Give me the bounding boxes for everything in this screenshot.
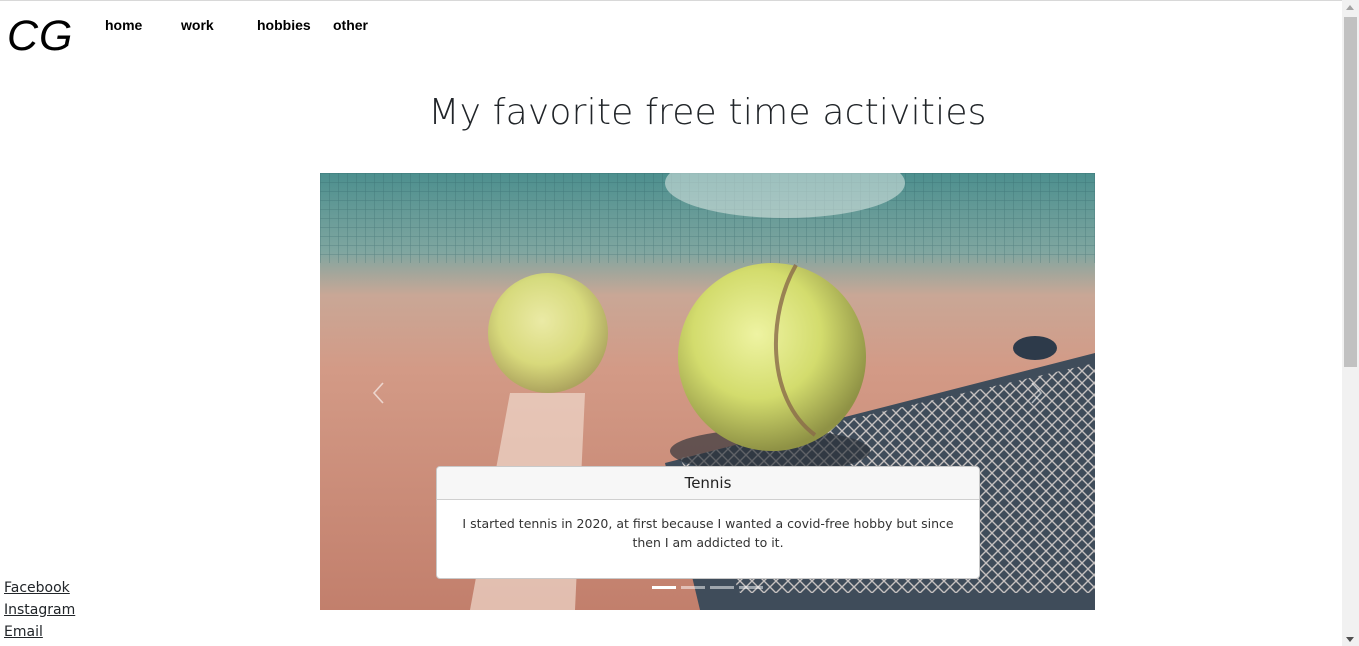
carousel-indicator-1[interactable] xyxy=(652,586,676,589)
nav-work[interactable]: work xyxy=(181,17,214,33)
nav-hobbies[interactable]: hobbies xyxy=(257,17,311,33)
slide-caption: Tennis I started tennis in 2020, at firs… xyxy=(436,466,980,579)
carousel-prev-button[interactable] xyxy=(358,373,398,413)
scroll-up-arrow-icon[interactable] xyxy=(1346,5,1354,10)
email-link[interactable]: Email xyxy=(4,621,75,643)
nav-other[interactable]: other xyxy=(333,17,368,33)
chevron-right-icon xyxy=(1031,382,1043,404)
facebook-link[interactable]: Facebook xyxy=(4,577,75,599)
carousel-indicator-2[interactable] xyxy=(681,586,705,589)
carousel-indicator-3[interactable] xyxy=(710,586,734,589)
scrollbar-thumb[interactable] xyxy=(1344,17,1357,367)
nav-home[interactable]: home xyxy=(105,17,142,33)
caption-text: I started tennis in 2020, at first becau… xyxy=(462,516,954,550)
page-title: My favorite free time activities xyxy=(428,92,987,133)
social-links: Facebook Instagram Email xyxy=(4,577,75,643)
carousel-next-button[interactable] xyxy=(1017,373,1057,413)
scroll-down-arrow-icon[interactable] xyxy=(1346,637,1354,642)
caption-title: Tennis xyxy=(437,467,979,500)
vertical-scrollbar[interactable] xyxy=(1342,0,1359,646)
chevron-left-icon xyxy=(372,382,384,404)
site-logo[interactable]: CG xyxy=(7,12,74,60)
carousel-indicator-4[interactable] xyxy=(739,586,763,589)
instagram-link[interactable]: Instagram xyxy=(4,599,75,621)
top-border xyxy=(0,0,1342,1)
hobby-carousel: Tennis I started tennis in 2020, at firs… xyxy=(320,173,1095,610)
